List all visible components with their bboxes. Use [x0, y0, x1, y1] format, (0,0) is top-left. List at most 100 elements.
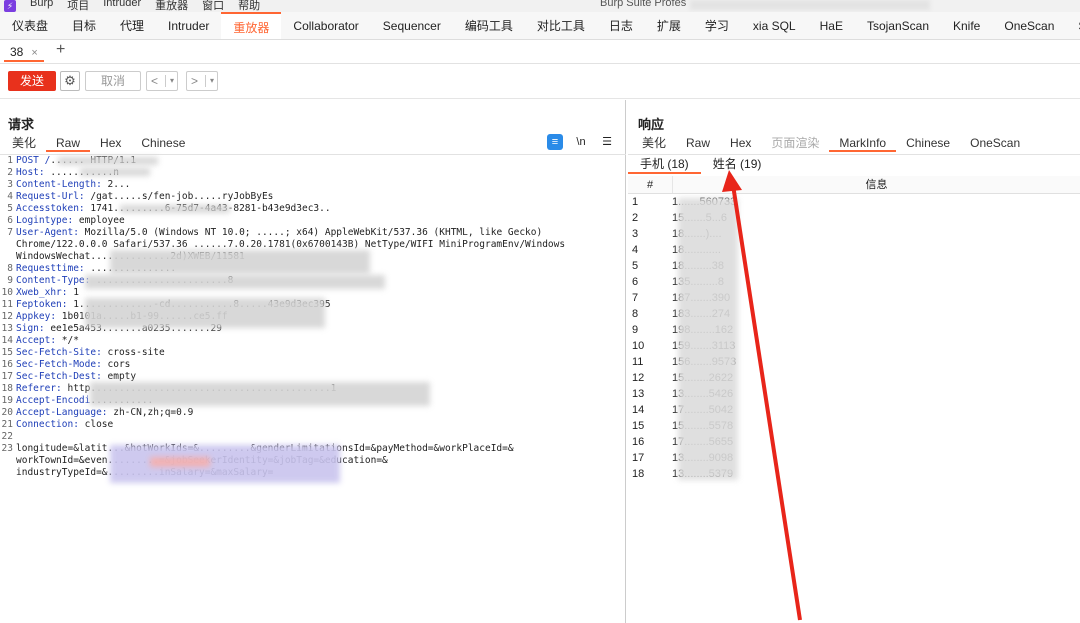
tab-extensions[interactable]: 扩展 — [645, 12, 693, 39]
line-number: 20 — [1, 407, 13, 418]
burp-logo-icon: ⚡ — [4, 0, 16, 12]
tab-decoder[interactable]: 编码工具 — [453, 12, 525, 39]
code-line[interactable]: 21 Connection: close — [0, 419, 626, 431]
tab-render[interactable]: 页面渲染 — [761, 134, 829, 152]
tab-hex[interactable]: Hex — [720, 134, 761, 152]
chevron-down-icon[interactable]: ▾ — [170, 72, 174, 90]
header-key: Xweb_xhr: — [16, 287, 68, 298]
chevron-down-icon[interactable]: ▾ — [210, 72, 214, 90]
hamburger-menu-icon[interactable]: ☰ — [599, 134, 615, 150]
repeater-tab-38[interactable]: 38 × — [4, 42, 44, 62]
line-number: 6 — [7, 215, 13, 226]
repeater-tab-label: 38 — [10, 45, 24, 59]
tab-repeater[interactable]: 重放器 — [221, 12, 282, 39]
tab-pretty[interactable]: 美化 — [2, 134, 46, 152]
code-line[interactable]: 16 Sec-Fetch-Mode: cors — [0, 359, 626, 371]
app-menubar: ⚡ Burp 项目 Intruder 重放器 窗口 帮助 Burp Suite … — [0, 0, 1080, 12]
code-line[interactable]: 20 Accept-Language: zh-CN,zh;q=0.9 — [0, 407, 626, 419]
send-button[interactable]: 发送 — [8, 71, 56, 91]
tab-target[interactable]: 目标 — [60, 12, 108, 39]
line-number: 4 — [7, 191, 13, 202]
gear-icon[interactable]: ⚙ — [60, 71, 80, 91]
repeater-toolbar: 发送 ⚙ 取消 < ▾ > ▾ — [0, 65, 1080, 99]
line-number: 17 — [1, 371, 13, 382]
tab-chinese[interactable]: Chinese — [896, 134, 960, 152]
wrap-lines-icon[interactable]: ≡ — [547, 134, 563, 150]
header-value: zh-CN,zh;q=0.9 — [107, 407, 194, 418]
line-number: 11 — [1, 299, 13, 310]
code-line[interactable]: 14 Accept: */* — [0, 335, 626, 347]
column-header-index[interactable]: # — [628, 176, 672, 193]
code-line[interactable]: 3 Content-Length: 2... — [0, 179, 626, 191]
menu-intruder[interactable]: Intruder — [103, 0, 141, 12]
newline-icon[interactable]: \n — [573, 134, 589, 150]
tab-xia-sql[interactable]: xia SQL — [741, 12, 808, 39]
tab-raw[interactable]: Raw — [676, 134, 720, 152]
menu-project[interactable]: 项目 — [67, 0, 89, 12]
tab-logger[interactable]: 日志 — [597, 12, 645, 39]
redaction-blur — [58, 157, 158, 165]
tab-knife[interactable]: Knife — [941, 12, 992, 39]
tab-onescan[interactable]: OneScan — [960, 134, 1030, 152]
tab-markinfo[interactable]: MarkInfo — [829, 134, 897, 152]
header-value: Mozilla/5.0 (Windows NT 10.0; .....; x64… — [78, 227, 543, 238]
header-value: employee — [73, 215, 125, 226]
tab-proxy[interactable]: 代理 — [108, 12, 156, 39]
line-number: 8 — [7, 263, 13, 274]
header-key: Request-Url: — [16, 191, 85, 202]
tab-learn[interactable]: 学习 — [693, 12, 741, 39]
request-view-tabs: 美化 Raw Hex Chinese — [2, 134, 195, 152]
tab-intruder[interactable]: Intruder — [156, 12, 221, 39]
row-index: 5 — [632, 260, 639, 272]
back-button[interactable]: < ▾ — [146, 71, 178, 91]
tab-tsojanscan[interactable]: TsojanScan — [855, 12, 941, 39]
row-index: 15 — [632, 420, 645, 432]
forward-button[interactable]: > ▾ — [186, 71, 218, 91]
tab-hex[interactable]: Hex — [90, 134, 131, 152]
row-index: 6 — [632, 276, 639, 288]
tab-raw[interactable]: Raw — [46, 134, 91, 152]
tab-hae[interactable]: HaE — [808, 12, 855, 39]
menu-burp[interactable]: Burp — [30, 0, 53, 12]
code-line[interactable]: 22 — [0, 431, 626, 443]
tab-collaborator[interactable]: Collaborator — [281, 12, 370, 39]
line-number: 3 — [7, 179, 13, 190]
tab-dashboard[interactable]: 仪表盘 — [0, 12, 60, 39]
tab-shiroscan[interactable]: ShiroScan — [1066, 12, 1080, 39]
header-key: Feptoken: — [16, 299, 68, 310]
header-value: 2... — [101, 179, 131, 190]
row-index: 8 — [632, 308, 639, 320]
code-line[interactable]: 5Accesstoken: 1741.........6-75d7-4a43-8… — [0, 203, 626, 215]
tab-pretty[interactable]: 美化 — [632, 134, 676, 152]
row-index: 7 — [632, 292, 639, 304]
add-tab-button[interactable]: + — [56, 41, 65, 59]
close-icon[interactable]: × — [31, 47, 37, 59]
line-number: 15 — [1, 347, 13, 358]
row-index: 3 — [632, 228, 639, 240]
code-text: Sec-Fetch-Mode: cors — [16, 359, 130, 371]
code-text: User-Agent: Mozilla/5.0 (Windows NT 10.0… — [16, 227, 542, 239]
line-number — [0, 239, 16, 251]
code-line[interactable]: 15 Sec-Fetch-Site: cross-site — [0, 347, 626, 359]
tab-comparer[interactable]: 对比工具 — [525, 12, 597, 39]
row-index: 12 — [632, 372, 645, 384]
header-key: POST / — [16, 155, 51, 166]
column-header-info[interactable]: 信息 — [672, 176, 1080, 193]
row-index: 13 — [632, 388, 645, 400]
code-line[interactable]: 4 Request-Url: /gat.....s/fen-job.....ryJ… — [0, 191, 626, 203]
menu-window[interactable]: 窗口 — [202, 0, 224, 12]
tab-onescan[interactable]: OneScan — [992, 12, 1066, 39]
tab-sequencer[interactable]: Sequencer — [371, 12, 453, 39]
header-key: Sign: — [16, 323, 45, 334]
tab-phone[interactable]: 手机 (18) — [628, 155, 701, 174]
code-line[interactable]: 6 Logintype: employee — [0, 215, 626, 227]
tab-chinese[interactable]: Chinese — [131, 134, 195, 152]
tab-name[interactable]: 姓名 (19) — [701, 155, 774, 174]
menu-help[interactable]: 帮助 — [238, 0, 260, 12]
row-index: 10 — [632, 340, 645, 352]
code-line[interactable]: 7 User-Agent: Mozilla/5.0 (Windows NT 10.… — [0, 227, 626, 239]
code-text: Sec-Fetch-Site: cross-site — [16, 347, 165, 359]
header-key: Host: — [16, 167, 45, 178]
cancel-button[interactable]: 取消 — [85, 71, 141, 91]
menu-repeater[interactable]: 重放器 — [155, 0, 188, 12]
